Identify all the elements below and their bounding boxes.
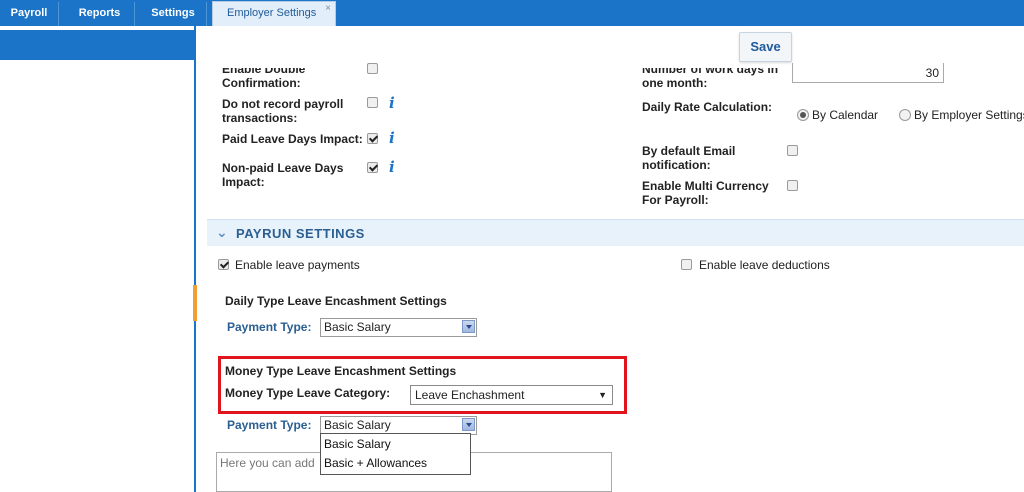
enable-leave-deductions-label: Enable leave deductions — [699, 258, 830, 272]
payment-type-dropdown[interactable]: Basic Salary Basic + Allowances — [320, 433, 471, 475]
daily-rate-label: Daily Rate Calculation: — [642, 100, 773, 114]
multi-currency-label: Enable Multi Currency For Payroll: — [642, 179, 769, 207]
tab-employer-settings[interactable]: Employer Settings × — [212, 1, 336, 26]
multi-currency-checkbox[interactable] — [787, 180, 798, 191]
by-employer-settings-radio[interactable] — [899, 109, 911, 121]
top-tab-bar: Payroll Reports Settings Employer Settin… — [0, 0, 1024, 26]
work-days-label: Number of work days in one month: — [642, 62, 779, 90]
payrun-settings-header[interactable]: ⌄ PAYRUN SETTINGS — [207, 219, 1024, 246]
sidebar — [0, 26, 196, 492]
close-icon[interactable]: × — [325, 0, 331, 20]
enable-leave-deductions-checkbox[interactable] — [681, 259, 692, 270]
info-icon[interactable]: i — [389, 131, 395, 146]
do-not-record-checkbox[interactable] — [367, 97, 378, 108]
tab-payroll[interactable]: Payroll — [0, 2, 59, 26]
money-type-category-value: Leave Enchashment — [415, 388, 525, 402]
do-not-record-label: Do not record payroll transactions: — [222, 97, 344, 125]
email-notification-label: By default Email notification: — [642, 144, 736, 172]
info-icon[interactable]: i — [389, 96, 395, 111]
chevron-down-icon[interactable] — [462, 418, 475, 431]
paid-leave-days-impact-label: Paid Leave Days Impact: — [222, 132, 363, 146]
daily-payment-type-label: Payment Type: — [227, 320, 312, 334]
non-paid-leave-days-impact-checkbox[interactable] — [367, 162, 378, 173]
paid-leave-days-impact-checkbox[interactable] — [367, 133, 378, 144]
by-employer-settings-label: By Employer Settings — [914, 108, 1024, 122]
money-type-title: Money Type Leave Encashment Settings — [225, 364, 457, 378]
enable-double-confirmation-label: Enable Double Confirmation: — [222, 62, 306, 90]
money-payment-type-label: Payment Type: — [227, 418, 312, 432]
email-notification-checkbox[interactable] — [787, 145, 798, 156]
money-payment-type-value: Basic Salary — [324, 418, 391, 432]
dropdown-option-basic-allowances[interactable]: Basic + Allowances — [324, 456, 427, 470]
daily-type-title: Daily Type Leave Encashment Settings — [225, 294, 447, 308]
by-calendar-radio[interactable] — [797, 109, 809, 121]
save-button[interactable]: Save — [739, 32, 792, 62]
work-days-input[interactable]: 30 — [792, 63, 944, 83]
enable-leave-payments-checkbox[interactable] — [218, 259, 229, 270]
non-paid-leave-days-impact-label: Non-paid Leave Days Impact: — [222, 161, 344, 189]
daily-payment-type-value: Basic Salary — [324, 320, 391, 334]
tab-employer-settings-label: Employer Settings — [227, 7, 317, 19]
money-type-category-select[interactable]: Leave Enchashment ▼ — [410, 385, 613, 405]
by-calendar-label: By Calendar — [812, 108, 879, 122]
chevron-down-icon: ⌄ — [216, 224, 228, 240]
chevron-down-icon: ▼ — [598, 390, 607, 400]
daily-payment-type-select[interactable]: Basic Salary — [320, 318, 477, 337]
enable-leave-payments-label: Enable leave payments — [235, 258, 360, 272]
section-title: PAYRUN SETTINGS — [236, 226, 365, 241]
money-type-category-label: Money Type Leave Category: — [225, 386, 391, 400]
dropdown-option-basic-salary[interactable]: Basic Salary — [324, 437, 391, 451]
chevron-down-icon[interactable] — [462, 320, 475, 333]
tab-reports[interactable]: Reports — [65, 2, 135, 26]
notes-placeholder: Here you can add — [220, 456, 315, 470]
sidebar-collapse-handle[interactable] — [193, 285, 197, 321]
enable-double-confirmation-checkbox[interactable] — [367, 63, 378, 74]
info-icon[interactable]: i — [389, 160, 395, 175]
tab-settings[interactable]: Settings — [140, 2, 207, 26]
sidebar-header — [0, 30, 194, 60]
